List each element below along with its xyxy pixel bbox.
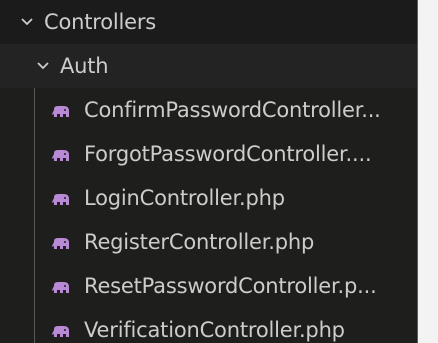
php-elephant-icon (51, 234, 71, 250)
file-forgot-password-controller[interactable]: ForgotPasswordController.... (0, 132, 417, 176)
folder-label-auth: Auth (60, 54, 109, 78)
file-label: LoginController.php (84, 186, 285, 210)
php-elephant-icon (51, 102, 71, 118)
php-elephant-icon (51, 278, 71, 294)
file-label: RegisterController.php (84, 230, 315, 254)
folder-auth[interactable]: Auth (0, 44, 417, 88)
chevron-down-icon (36, 59, 50, 73)
php-elephant-icon (51, 322, 71, 338)
file-label: ResetPasswordController.p... (84, 274, 377, 298)
php-elephant-icon (51, 190, 71, 206)
file-label: ConfirmPasswordController... (84, 98, 381, 122)
file-register-controller[interactable]: RegisterController.php (0, 220, 417, 264)
chevron-down-icon (20, 15, 34, 29)
explorer-tree: Controllers Auth ConfirmPasswordControll… (0, 0, 417, 343)
folder-controllers[interactable]: Controllers (0, 0, 417, 44)
file-label: ForgotPasswordController.... (84, 142, 372, 166)
file-login-controller[interactable]: LoginController.php (0, 176, 417, 220)
file-confirm-password-controller[interactable]: ConfirmPasswordController... (0, 88, 417, 132)
file-reset-password-controller[interactable]: ResetPasswordController.p... (0, 264, 417, 308)
panel-right-border (417, 0, 418, 343)
folder-label-controllers: Controllers (44, 10, 157, 34)
file-label: VerificationController.php (84, 318, 345, 342)
file-verification-controller[interactable]: VerificationController.php (0, 308, 417, 343)
php-elephant-icon (51, 146, 71, 162)
